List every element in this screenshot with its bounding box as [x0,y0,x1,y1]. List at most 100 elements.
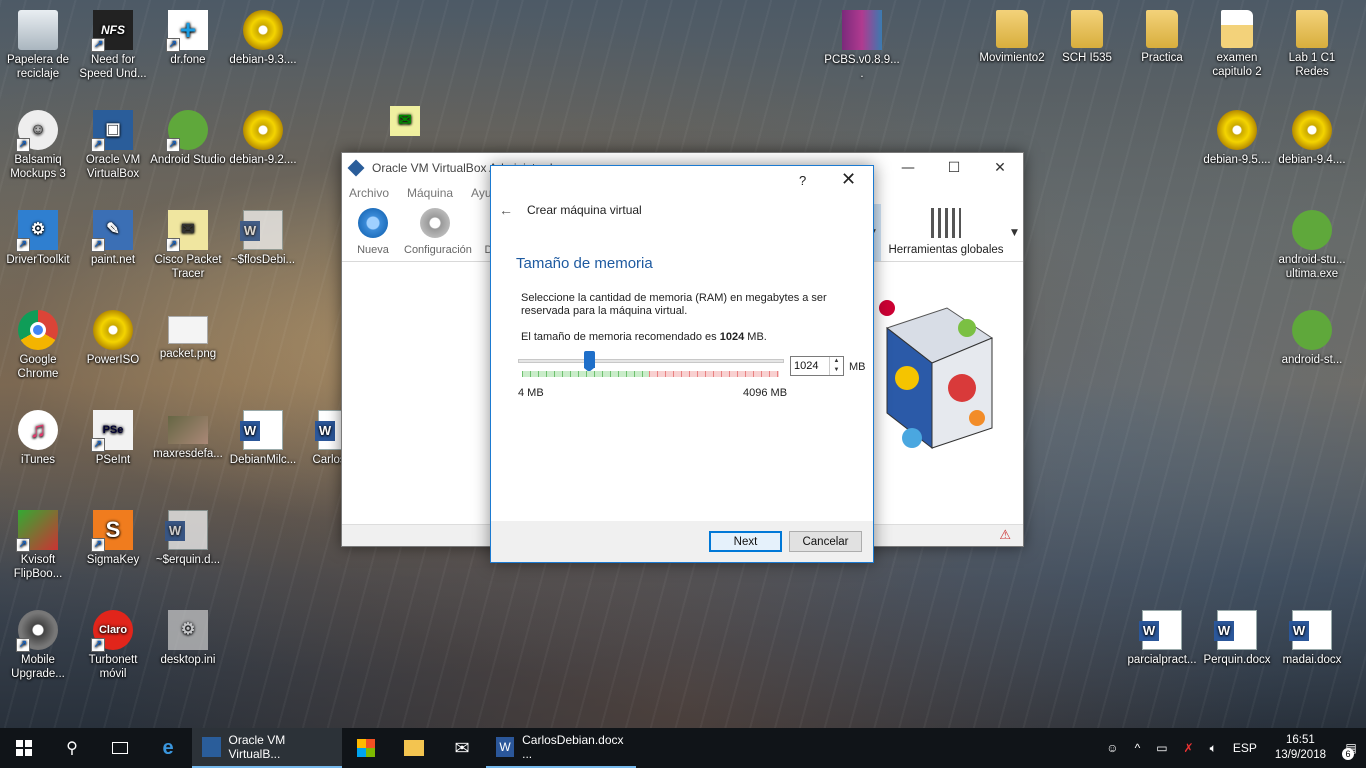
desktop-icon-itunes[interactable]: ♫ iTunes [0,404,76,467]
new-vm-button[interactable]: Nueva [342,204,404,261]
taskbar: ⚲ e Oracle VM VirtualB... ✉ W CarlosDebi… [0,728,1366,768]
close-button[interactable]: ✕ [977,153,1023,182]
desktop-icon-practica[interactable]: Practica [1124,4,1200,65]
desktop-icon-serquin[interactable]: ~$erquin.d... [150,504,226,567]
chrome-icon [18,310,58,350]
network-icon[interactable]: ✗ [1184,741,1194,755]
search-button[interactable]: ⚲ [48,728,96,768]
minimize-button[interactable]: — [885,153,931,182]
disc-image-icon [1292,110,1332,150]
people-icon[interactable]: ☺ [1106,741,1118,755]
clock[interactable]: 16:51 13/9/2018 [1275,733,1326,763]
action-center-button[interactable]: ▤ 6 [1336,728,1366,768]
desktop-icon-chrome[interactable]: Google Chrome [0,304,76,381]
file-explorer-button[interactable] [390,728,438,768]
help-button[interactable]: ? [799,173,806,188]
desktop-icon-drfone[interactable]: + dr.fone [150,4,226,67]
task-view-button[interactable] [96,728,144,768]
edge-icon: e [162,736,174,759]
memory-slider[interactable] [518,351,786,381]
settings-file-icon: ⚙ [168,610,208,650]
store-button[interactable] [342,728,390,768]
desktop-icon-pseint[interactable]: PSe PSeInt [75,404,151,467]
desktop-icon-sigmakey[interactable]: S SigmaKey [75,504,151,567]
back-arrow-icon[interactable]: ← [499,202,513,218]
desktop-icon-cisco[interactable]: ✉ Cisco Packet Tracer [150,204,226,281]
slider-thumb[interactable] [584,351,595,372]
mobile-upgrade-icon [16,610,58,652]
desktop-icon-desktop-ini[interactable]: ⚙ desktop.ini [150,604,226,667]
desktop-icon-sch-i535[interactable]: SCH I535 [1049,4,1125,65]
dialog-title-bar[interactable]: ? ✕ [491,166,873,196]
desktop-icon-debian93[interactable]: debian-9.3.... [225,4,301,67]
settings-button[interactable]: Configuración [404,204,472,261]
desktop-icon-debian94[interactable]: debian-9.4.... [1274,104,1350,167]
desktop-icon-lab[interactable]: Lab 1 C1 Redes [1274,4,1350,79]
notification-icon[interactable]: ⚠ [999,528,1011,543]
volume-icon[interactable]: 🔈︎ [1210,741,1217,756]
desktop-icon-android-studio[interactable]: Android Studio [150,104,226,167]
taskbar-word[interactable]: W CarlosDebian.docx ... [486,728,636,768]
spin-down-button[interactable]: ▼ [830,366,843,375]
desktop-icon-sflos[interactable]: ~$flosDebi... [225,204,301,267]
folder-icon [404,740,424,756]
desktop-icon-maxres[interactable]: maxresdefa... [150,404,226,461]
desktop-icon-perquin[interactable]: Perquin.docx [1199,604,1275,667]
desktop-icon-debian95[interactable]: debian-9.5.... [1199,104,1275,167]
toolbar-more-dropdown[interactable]: ▼ [1011,204,1023,261]
desktop-icon-android-studio-ultima[interactable]: android-stu... ultima.exe [1274,204,1350,281]
mail-button[interactable]: ✉ [438,728,486,768]
desktop-icon-movimiento2[interactable]: Movimiento2 [974,4,1050,65]
desktop-icon-drivertoolkit[interactable]: ⚙ DriverToolkit [0,204,76,267]
battery-icon[interactable]: ▭ [1156,741,1167,755]
taskbar-virtualbox[interactable]: Oracle VM VirtualB... [192,728,342,768]
memory-input[interactable] [791,357,829,375]
desktop-icon-debian92[interactable]: debian-9.2.... [225,104,301,167]
close-button[interactable]: ✕ [841,169,856,190]
virtualbox-welcome-illustration [879,300,994,450]
desktop-icon-turbonett[interactable]: Claro Turbonett móvil [75,604,151,681]
task-view-icon [112,742,128,754]
spin-up-button[interactable]: ▲ [830,357,843,366]
desktop-icon-mobile-upgrade[interactable]: Mobile Upgrade... [0,604,76,681]
show-hidden-icons-button[interactable]: ^ [1135,741,1141,755]
new-star-icon [358,208,388,238]
menu-archivo[interactable]: Archivo [349,186,389,200]
toolbar-right: ▼ Herramientas globales ▼ [863,204,1023,261]
desktop-icon-poweriso[interactable]: PowerISO [75,304,151,367]
poweriso-icon [93,310,133,350]
desktop-icon-kvisoft[interactable]: Kvisoft FlipBoo... [0,504,76,581]
desktop-icon-examen[interactable]: examen capitulo 2 [1199,4,1275,79]
desktop-icon-paintnet[interactable]: ✎ paint.net [75,204,151,267]
slider-min-label: 4 MB [518,387,544,399]
maximize-button[interactable]: ☐ [931,153,977,182]
slider-track[interactable] [518,359,784,363]
desktop-icon-virtualbox[interactable]: ▣ Oracle VM VirtualBox [75,104,151,181]
desktop-icon-cisco-dragging[interactable]: ✉ [370,100,440,139]
desktop-icon-debianmilc[interactable]: DebianMilc... [225,404,301,467]
create-vm-dialog[interactable]: ? ✕ ← Crear máquina virtual Tamaño de me… [490,165,874,563]
android-studio-icon [166,110,208,152]
vm-list[interactable] [342,263,492,524]
memory-spinbox[interactable]: ▲ ▼ [790,356,844,376]
language-indicator[interactable]: ESP [1233,741,1257,755]
wizard-title: Crear máquina virtual [527,203,642,217]
disc-image-icon [243,10,283,50]
recommended-value: 1024 [719,331,745,343]
menu-maquina[interactable]: Máquina [407,186,453,200]
desktop-icon-nfs[interactable]: NFS Need for Speed Und... [75,4,151,81]
next-button[interactable]: Next [709,531,782,552]
cancel-button[interactable]: Cancelar [789,531,862,552]
kvisoft-icon [16,510,58,552]
virtualbox-icon: ▣ [91,110,133,152]
desktop-icon-recycle-bin[interactable]: Papelera de reciclaje [0,4,76,81]
desktop-icon-android-studio-2[interactable]: android-st... [1274,304,1350,367]
edge-button[interactable]: e [144,728,192,768]
desktop-icon-parcial[interactable]: parcialpract... [1124,604,1200,667]
desktop-icon-pcbs[interactable]: PCBS.v0.8.9.... [824,4,900,81]
desktop-icon-madai[interactable]: madai.docx [1274,604,1350,667]
global-tools-button[interactable]: Herramientas globales [881,204,1011,261]
desktop-icon-balsamiq[interactable]: ☺ Balsamiq Mockups 3 [0,104,76,181]
start-button[interactable] [0,728,48,768]
desktop-icon-packet-png[interactable]: packet.png [150,304,226,361]
